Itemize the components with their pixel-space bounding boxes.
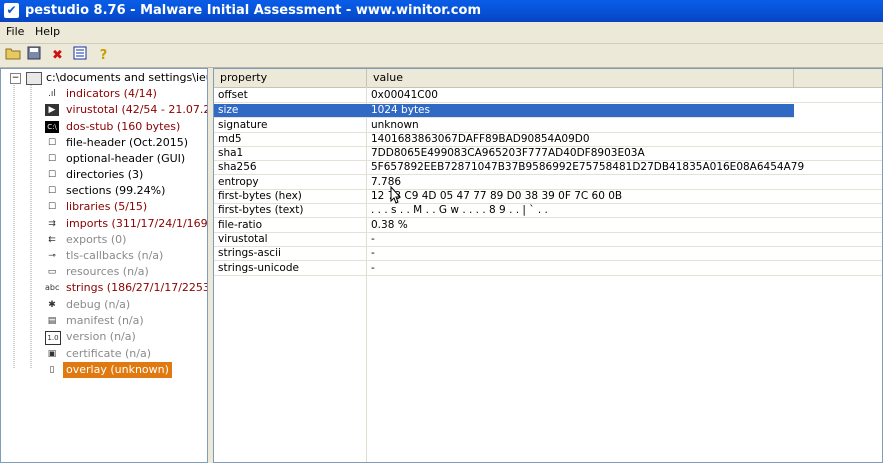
table-row[interactable]: strings-ascii - <box>214 247 882 261</box>
menu-bar: File Help <box>0 22 883 44</box>
tree-node-sections[interactable]: ☐ sections (99.24%) <box>1 183 207 199</box>
tree-node-exports[interactable]: ⇇ exports (0) <box>1 232 207 248</box>
tree-node-virustotal[interactable]: ▶ virustotal (42/54 - 21.07.201 <box>1 102 207 118</box>
app-check-icon: ✔ <box>4 3 19 18</box>
window-titlebar[interactable]: ✔ pestudio 8.76 - Malware Initial Assess… <box>0 0 883 22</box>
tree-node-strings[interactable]: abc strings (186/27/1/17/2253) <box>1 280 207 296</box>
dos-stub-icon: C:\ <box>45 121 59 133</box>
tree-node-optional-header[interactable]: ☐ optional-header (GUI) <box>1 151 207 167</box>
help-icon[interactable]: ? <box>94 46 113 65</box>
table-row-selected[interactable]: size 1024 bytes <box>214 104 794 118</box>
tree-node-tls-callbacks[interactable]: ⊸ tls-callbacks (n/a) <box>1 248 207 264</box>
table-row[interactable]: md5 1401683863067DAFF89BAD90854A09D0 <box>214 133 882 147</box>
sections-icon: ☐ <box>47 186 57 196</box>
window-title: pestudio 8.76 - Malware Initial Assessme… <box>25 3 481 18</box>
list-view-icon[interactable] <box>70 46 89 65</box>
menu-file[interactable]: File <box>6 25 24 38</box>
table-row[interactable]: signature unknown <box>214 119 882 133</box>
tree-node-libraries[interactable]: ☐ libraries (5/15) <box>1 199 207 215</box>
column-header-property[interactable]: property <box>214 69 367 87</box>
exports-icon: ⇇ <box>48 235 56 245</box>
tree-node-directories[interactable]: ☐ directories (3) <box>1 167 207 183</box>
certificate-icon: ▣ <box>47 349 57 359</box>
overlay-icon: ▯ <box>49 365 55 375</box>
resources-icon: ▭ <box>47 267 57 277</box>
tree-node-debug[interactable]: ✱ debug (n/a) <box>1 297 207 313</box>
tree-node-indicators[interactable]: .ıl indicators (4/14) <box>1 86 207 102</box>
tree-node-overlay[interactable]: ▯ overlay (unknown) <box>1 362 207 378</box>
directories-icon: ☐ <box>47 170 57 180</box>
collapse-icon[interactable]: − <box>10 73 21 84</box>
debug-icon: ✱ <box>48 300 56 310</box>
virustotal-icon: ▶ <box>45 104 59 116</box>
table-row[interactable]: sha1 7DD8065E499083CA965203F777AD40DF890… <box>214 147 882 161</box>
open-folder-icon[interactable] <box>3 46 22 65</box>
table-row[interactable]: first-bytes (text) . . . s . . M . . G w… <box>214 204 882 218</box>
tree-node-resources[interactable]: ▭ resources (n/a) <box>1 264 207 280</box>
tree-node-file-header[interactable]: ☐ file-header (Oct.2015) <box>1 135 207 151</box>
details-pane: property value offset 0x00041C00 size 10… <box>213 68 883 463</box>
tree-root[interactable]: − c:\documents and settings\ieuser <box>1 70 207 86</box>
table-row[interactable]: strings-unicode - <box>214 262 882 276</box>
table-row[interactable]: first-bytes (hex) 12 73 C9 4D 05 47 77 8… <box>214 190 882 204</box>
column-header-value[interactable]: value <box>367 69 794 87</box>
tree-node-imports[interactable]: ⇉ imports (311/17/24/1/169) <box>1 216 207 232</box>
tree-node-certificate[interactable]: ▣ certificate (n/a) <box>1 346 207 362</box>
computer-icon <box>26 72 42 85</box>
version-icon: 1.0 <box>45 331 61 345</box>
toolbar: ✖ ? <box>0 44 883 68</box>
tree-pane[interactable]: − c:\documents and settings\ieuser .ıl i… <box>0 68 208 463</box>
table-row[interactable]: file-ratio 0.38 % <box>214 219 882 233</box>
file-header-icon: ☐ <box>47 138 57 148</box>
save-icon[interactable] <box>24 46 43 65</box>
menu-help[interactable]: Help <box>35 25 60 38</box>
table-row[interactable]: offset 0x00041C00 <box>214 89 882 103</box>
manifest-icon: ▤ <box>47 316 57 326</box>
table-row[interactable]: sha256 5F657892EEB72871047B37B9586992E75… <box>214 161 882 175</box>
tree-root-label: c:\documents and settings\ieuser <box>46 71 207 84</box>
tree-node-manifest[interactable]: ▤ manifest (n/a) <box>1 313 207 329</box>
grid-header: property value <box>214 69 882 88</box>
libraries-icon: ☐ <box>47 202 57 212</box>
tree-node-version[interactable]: 1.0 version (n/a) <box>1 329 207 345</box>
table-row[interactable]: entropy 7.786 <box>214 176 882 190</box>
table-row[interactable]: virustotal - <box>214 233 882 247</box>
tree-node-dos-stub[interactable]: C:\ dos-stub (160 bytes) <box>1 119 207 135</box>
close-file-icon[interactable]: ✖ <box>48 46 67 65</box>
tls-callbacks-icon: ⊸ <box>48 251 56 261</box>
imports-icon: ⇉ <box>48 219 56 229</box>
strings-icon: abc <box>45 283 60 292</box>
indicators-icon: .ıl <box>48 89 56 99</box>
optional-header-icon: ☐ <box>47 154 57 164</box>
